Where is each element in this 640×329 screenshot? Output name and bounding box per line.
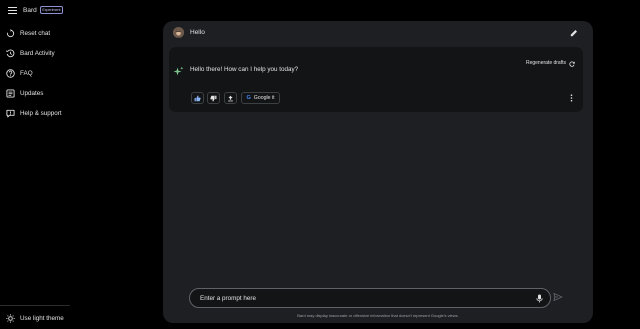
thumbs-up-button[interactable] <box>191 92 204 104</box>
support-icon <box>5 108 15 118</box>
theme-toggle-label: Use light theme <box>20 314 64 322</box>
menu-icon[interactable] <box>7 5 17 15</box>
updates-icon <box>5 88 15 98</box>
user-prompt: Hello <box>190 29 205 36</box>
bard-sparkle-icon <box>173 64 184 76</box>
response-text: Hello there! How can I help you today? <box>190 66 299 73</box>
google-it-button[interactable]: G Google it <box>241 92 280 104</box>
experiment-badge: Experiment <box>39 6 64 14</box>
sidebar-item-label: Help & support <box>20 109 62 117</box>
sun-icon <box>5 313 15 323</box>
sidebar-item-help-support[interactable]: Help & support <box>0 106 70 120</box>
regenerate-drafts-label: Regenerate drafts <box>525 60 566 66</box>
help-circle-icon <box>5 68 15 78</box>
google-it-label: Google it <box>253 95 275 101</box>
app-name: Bard <box>23 6 37 14</box>
sidebar-item-label: Updates <box>20 89 44 97</box>
share-export-button[interactable] <box>224 92 237 104</box>
sidebar: Bard Experiment Reset chat Bard Activity… <box>0 0 70 329</box>
reset-icon <box>5 28 15 38</box>
response-card: Regenerate drafts Hello there! How can I… <box>169 47 583 112</box>
thumbs-down-icon <box>210 89 217 107</box>
regenerate-drafts-button[interactable]: Regenerate drafts <box>526 54 575 72</box>
microphone-icon[interactable] <box>534 293 545 304</box>
theme-toggle-button[interactable]: Use light theme <box>0 311 70 325</box>
sidebar-item-bard-activity[interactable]: Bard Activity <box>0 46 70 60</box>
sidebar-item-label: Bard Activity <box>20 49 55 57</box>
thumbs-down-button[interactable] <box>207 92 220 104</box>
more-options-icon[interactable] <box>567 92 575 104</box>
google-g-icon: G <box>246 95 251 101</box>
upload-icon <box>227 89 234 107</box>
sidebar-divider <box>0 305 70 306</box>
history-icon <box>5 48 15 58</box>
brand: Bard Experiment <box>7 4 64 16</box>
sidebar-item-label: Reset chat <box>20 29 51 37</box>
avatar <box>173 27 184 38</box>
disclaimer: Bard may display inaccurate or offensive… <box>297 313 459 318</box>
sidebar-item-faq[interactable]: FAQ <box>0 66 70 80</box>
send-icon[interactable] <box>552 291 564 303</box>
sidebar-item-reset-chat[interactable]: Reset chat <box>0 26 70 40</box>
sidebar-item-label: FAQ <box>20 69 33 77</box>
edit-icon[interactable] <box>568 27 580 39</box>
prompt-input[interactable] <box>200 292 520 305</box>
sidebar-item-updates[interactable]: Updates <box>0 86 70 100</box>
thumbs-up-icon <box>194 89 201 107</box>
refresh-icon <box>569 54 575 72</box>
prompt-input-container <box>189 288 551 308</box>
chat-panel: Hello Regenerate drafts Hello there! How… <box>163 21 593 323</box>
